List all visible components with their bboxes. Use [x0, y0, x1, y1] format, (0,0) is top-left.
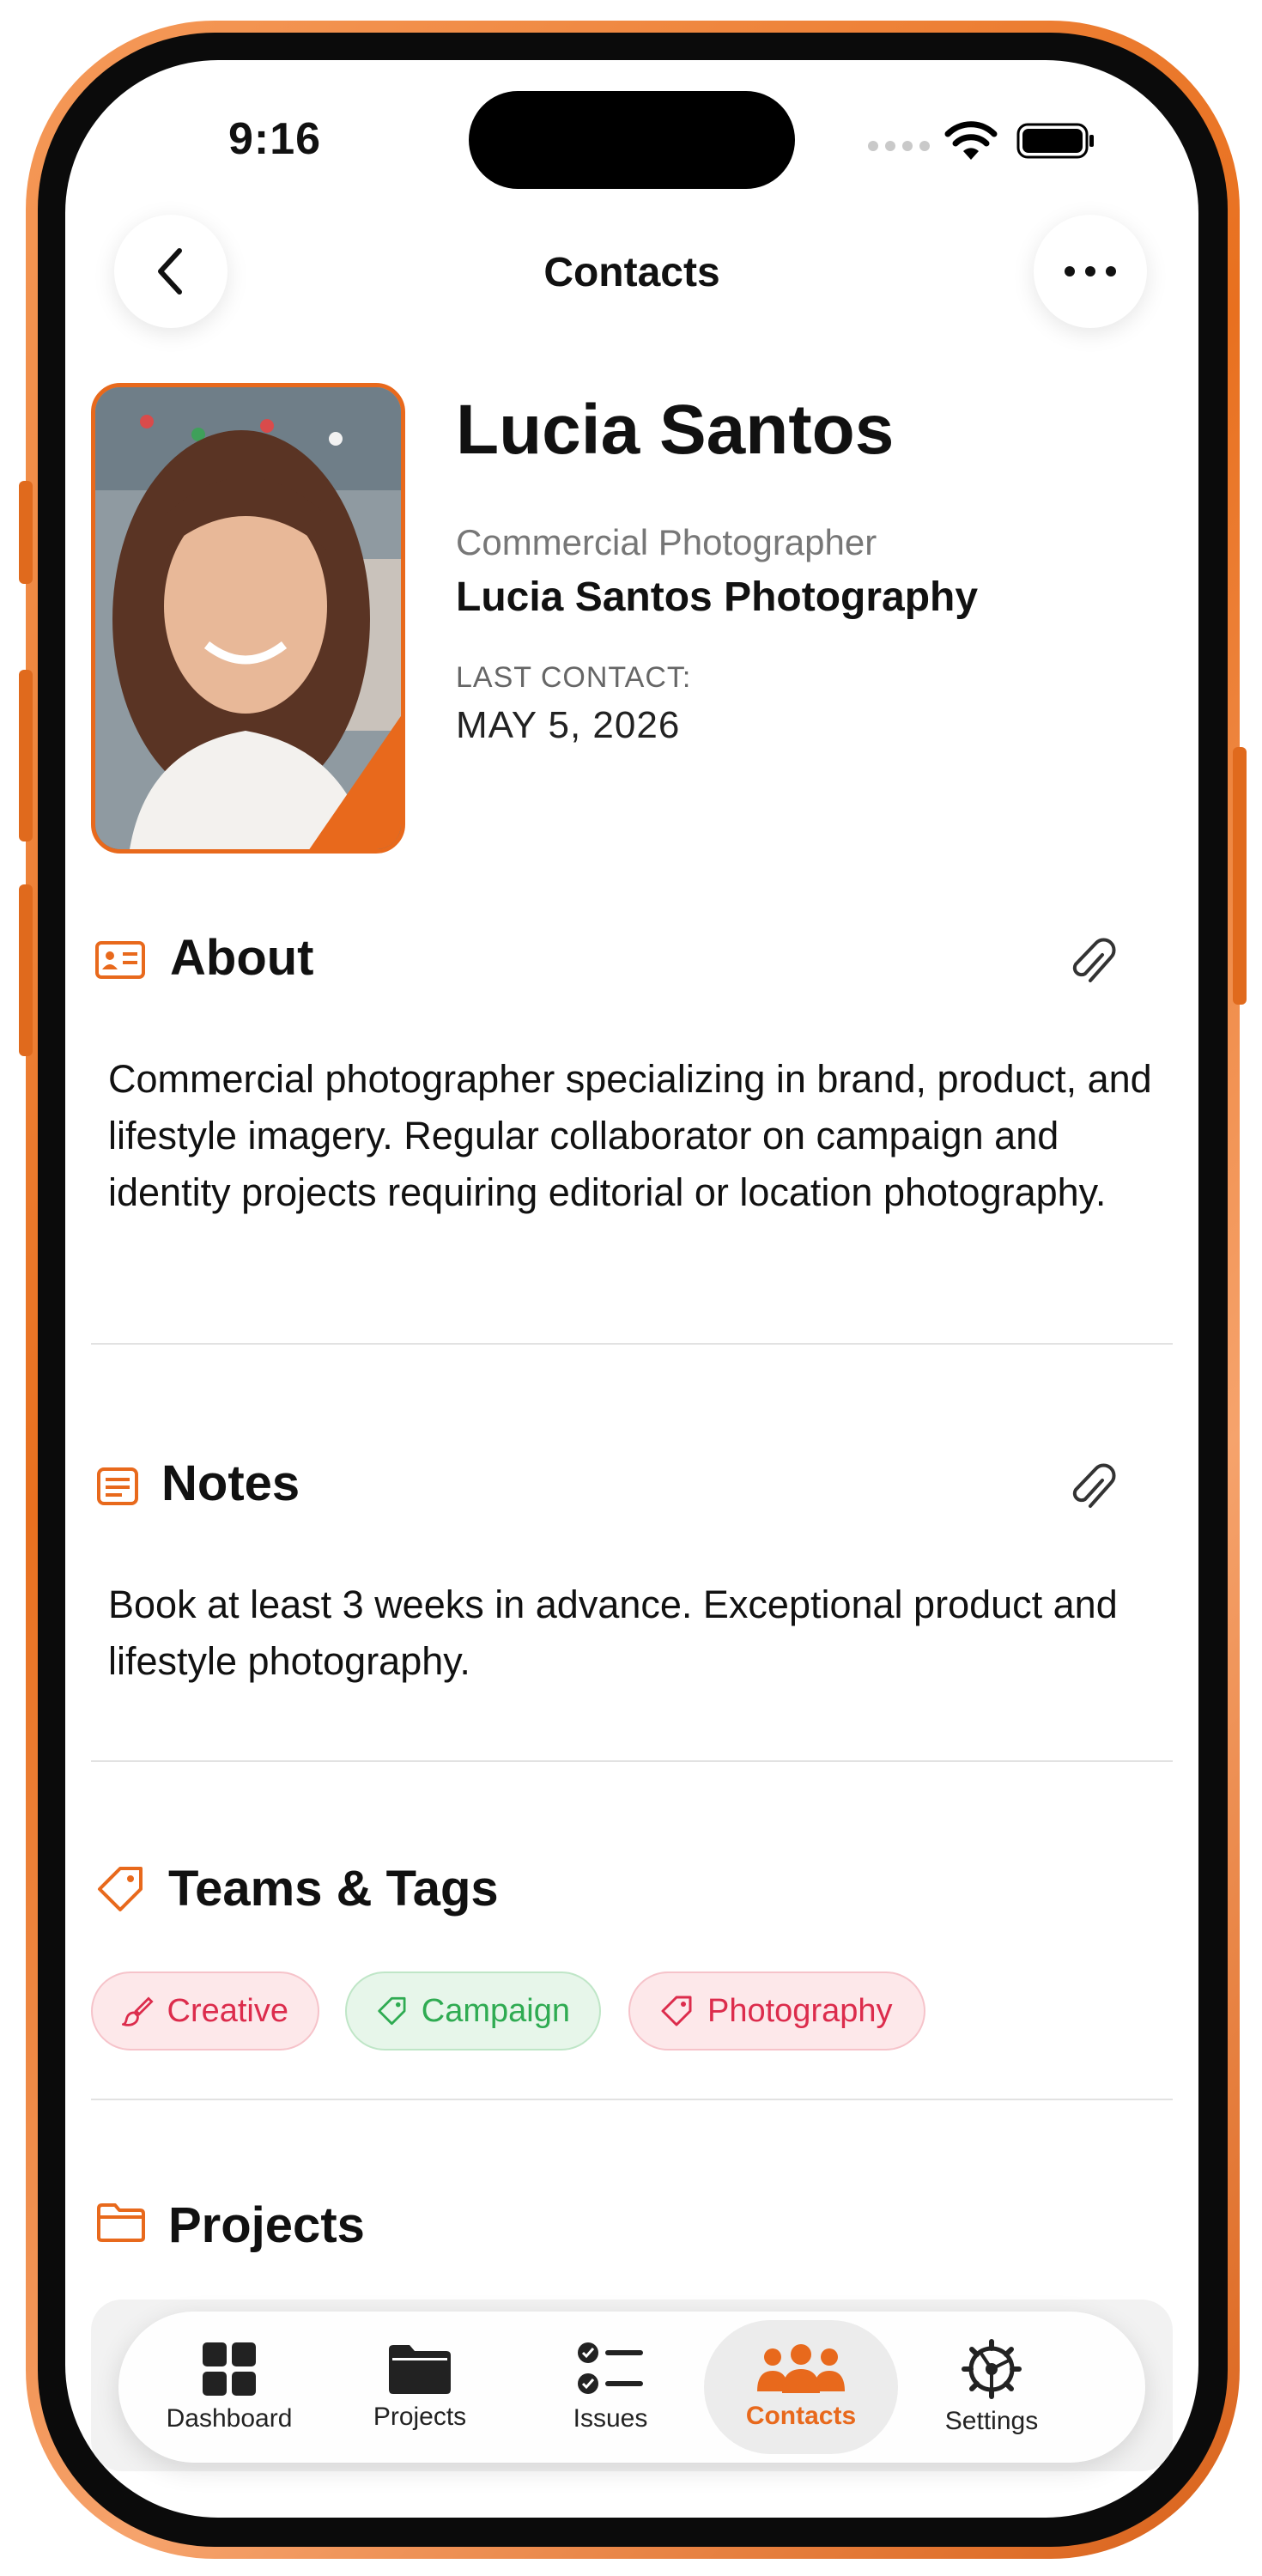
more-options-button[interactable]	[1034, 215, 1147, 328]
grid-icon	[203, 2342, 256, 2396]
tab-label: Projects	[373, 2403, 467, 2431]
power-button	[1233, 747, 1247, 1005]
about-title: About	[170, 930, 314, 986]
cellular-signal-icon	[868, 141, 930, 151]
tab-label: Dashboard	[166, 2404, 293, 2433]
volume-up-button	[19, 670, 33, 841]
ellipsis-icon	[1065, 266, 1116, 276]
attach-notes-icon[interactable]	[1068, 1461, 1116, 1513]
tag-creative[interactable]: Creative	[91, 1971, 319, 2050]
tab-dashboard[interactable]: Dashboard	[132, 2312, 326, 2463]
checklist-icon	[578, 2342, 643, 2394]
contact-company: Lucia Santos Photography	[456, 574, 979, 620]
volume-down-button	[19, 884, 33, 1056]
tag-icon	[661, 1996, 692, 2026]
divider	[91, 1343, 1173, 1345]
tab-label: Contacts	[745, 2402, 857, 2430]
contact-name: Lucia Santos	[456, 391, 895, 469]
last-contact-value: MAY 5, 2026	[456, 704, 681, 746]
action-button	[19, 481, 33, 584]
notes-title: Notes	[161, 1455, 300, 1511]
brush-icon	[122, 1996, 154, 2026]
contact-role: Commercial Photographer	[456, 522, 877, 562]
tag-photography[interactable]: Photography	[628, 1971, 925, 2050]
tab-label: Settings	[944, 2407, 1039, 2435]
dynamic-island	[469, 91, 795, 189]
page-title: Contacts	[543, 250, 720, 295]
tab-projects[interactable]: Projects	[323, 2312, 517, 2463]
gear-icon	[962, 2339, 1022, 2399]
note-icon	[97, 1467, 138, 1505]
last-contact-label: LAST CONTACT:	[456, 661, 692, 694]
tab-bar: Dashboard Projects Issues Contacts Setti…	[118, 2312, 1145, 2463]
tab-issues[interactable]: Issues	[513, 2312, 707, 2463]
teams-tags-title: Teams & Tags	[168, 1861, 499, 1917]
divider	[91, 1760, 1173, 1762]
folder-icon	[389, 2345, 451, 2394]
tag-icon	[378, 1996, 406, 2026]
tab-label: Issues	[573, 2404, 648, 2433]
people-icon	[757, 2344, 845, 2393]
tag-label: Creative	[167, 1992, 289, 2029]
tab-contacts[interactable]: Contacts	[704, 2320, 898, 2454]
status-time: 9:16	[228, 114, 322, 164]
projects-title: Projects	[168, 2197, 365, 2253]
tag-campaign[interactable]: Campaign	[345, 1971, 601, 2050]
contact-photo	[91, 383, 405, 854]
attach-about-icon[interactable]	[1068, 936, 1116, 987]
wifi-icon	[944, 121, 998, 160]
about-text: Commercial photographer specializing in …	[108, 1057, 1152, 1214]
screen: 9:16 Contacts Lucia Santos Commercial Ph…	[65, 60, 1198, 2518]
tag-label: Campaign	[421, 1992, 570, 2029]
battery-icon	[1016, 123, 1094, 159]
folder-icon	[97, 2203, 145, 2242]
divider	[91, 2099, 1173, 2100]
tab-settings[interactable]: Settings	[895, 2312, 1089, 2463]
id-card-icon	[95, 941, 145, 979]
tag-label: Photography	[707, 1992, 893, 2029]
notes-text: Book at least 3 weeks in advance. Except…	[108, 1583, 1118, 1683]
tag-icon	[98, 1867, 143, 1911]
